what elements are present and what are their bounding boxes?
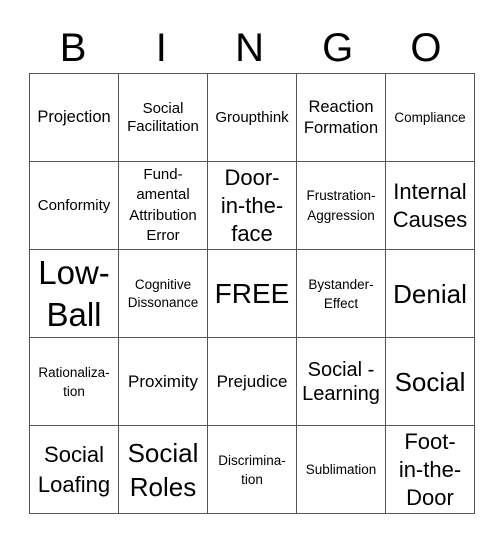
bingo-cell[interactable]: Conformity <box>29 161 119 250</box>
cell-text: FREE <box>214 277 290 309</box>
cell-text: Groupthink <box>215 108 289 126</box>
grid-row: Conformity Fund- amental Attribution Err… <box>29 161 475 250</box>
cell-text: Prejudice <box>216 371 288 391</box>
cell-text: Cognitive Dissonance <box>127 276 199 310</box>
cell-text: Social Facilitation <box>127 99 199 135</box>
bingo-cell[interactable]: Fund- amental Attribution Error <box>118 161 208 250</box>
cell-text: Projection <box>37 108 111 126</box>
bingo-cell[interactable]: Internal Causes <box>385 161 475 250</box>
bingo-cell[interactable]: Groupthink <box>207 73 297 162</box>
bingo-cell[interactable]: Bystander- Effect <box>296 249 386 338</box>
bingo-cell[interactable]: Social - Learning <box>296 337 386 426</box>
bingo-cell[interactable]: Proximity <box>118 337 208 426</box>
bingo-header: B I N G O <box>29 26 470 70</box>
cell-text: Proximity <box>128 371 198 391</box>
header-letter-g: G <box>322 26 354 70</box>
cell-text: Compliance <box>394 109 466 125</box>
cell-text: Low- Ball <box>38 253 110 333</box>
cell-text: Social <box>394 366 466 397</box>
cell-text: Denial <box>393 278 467 309</box>
bingo-cell[interactable]: Social Facilitation <box>118 73 208 162</box>
cell-text: Frustration- Aggression <box>306 187 376 223</box>
free-space-cell[interactable]: FREE <box>207 249 297 338</box>
bingo-cell[interactable]: Low- Ball <box>29 249 119 338</box>
bingo-cell[interactable]: Reaction Formation <box>296 73 386 162</box>
bingo-cell[interactable]: Foot- in-the- Door <box>385 425 475 514</box>
bingo-cell[interactable]: Projection <box>29 73 119 162</box>
cell-text: Door- in-the- face <box>220 164 284 246</box>
cell-text: Discrimina- tion <box>218 452 286 487</box>
header-letter-o: O <box>410 26 442 70</box>
grid-row: Projection Social Facilitation Groupthin… <box>29 73 475 162</box>
bingo-cell[interactable]: Sublimation <box>296 425 386 514</box>
header-letter-i: I <box>155 26 167 70</box>
cell-text: Reaction Formation <box>303 97 379 137</box>
cell-text: Social Roles <box>127 437 199 502</box>
grid-row: Low- Ball Cognitive Dissonance FREE Byst… <box>29 249 475 338</box>
cell-text: Social - Learning <box>302 358 380 405</box>
bingo-grid: Projection Social Facilitation Groupthin… <box>29 73 475 514</box>
bingo-cell[interactable]: Social Loafing <box>29 425 119 514</box>
cell-text: Foot- in-the- Door <box>398 428 462 510</box>
bingo-cell[interactable]: Social <box>385 337 475 426</box>
bingo-cell[interactable]: Social Roles <box>118 425 208 514</box>
bingo-cell[interactable]: Compliance <box>385 73 475 162</box>
bingo-cell[interactable]: Prejudice <box>207 337 297 426</box>
bingo-cell[interactable]: Cognitive Dissonance <box>118 249 208 338</box>
bingo-cell[interactable]: Door- in-the- face <box>207 161 297 250</box>
cell-text: Conformity <box>37 196 111 214</box>
bingo-cell[interactable]: Denial <box>385 249 475 338</box>
cell-text: Internal Causes <box>392 178 468 232</box>
cell-text: Fund- amental Attribution Error <box>129 165 197 245</box>
grid-row: Social Loafing Social Roles Discrimina- … <box>29 425 475 514</box>
bingo-cell[interactable]: Frustration- Aggression <box>296 161 386 250</box>
cell-text: Bystander- Effect <box>308 276 374 311</box>
cell-text: Sublimation <box>305 461 377 477</box>
header-letter-n: N <box>235 26 264 70</box>
bingo-cell[interactable]: Rationaliza- tion <box>29 337 119 426</box>
bingo-cell[interactable]: Discrimina- tion <box>207 425 297 514</box>
grid-row: Rationaliza- tion Proximity Prejudice So… <box>29 337 475 426</box>
header-letter-b: B <box>59 26 87 70</box>
cell-text: Social Loafing <box>37 441 111 497</box>
cell-text: Rationaliza- tion <box>38 364 110 399</box>
